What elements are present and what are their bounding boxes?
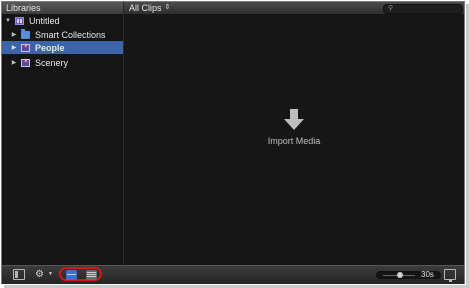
disclosure-closed-icon[interactable]: ▶ xyxy=(11,31,17,38)
disclosure-open-icon[interactable]: ▼ xyxy=(5,18,11,24)
sidebar-item-label: People xyxy=(35,42,65,53)
search-icon: ⚲ xyxy=(388,5,394,12)
bottom-toolbar: ⚙ ▼ 30s xyxy=(2,265,464,284)
libraries-sidebar: ▼ Untitled ▶ Smart Collections ▶ People … xyxy=(2,14,123,265)
disclosure-closed-icon[interactable]: ▶ xyxy=(11,44,17,51)
search-field[interactable]: ⚲ xyxy=(383,4,463,14)
event-icon xyxy=(21,57,30,67)
up-down-chevron-icon: ⇕ xyxy=(164,4,171,11)
libraries-header: Libraries xyxy=(2,2,123,14)
browser-pane: Import Media xyxy=(124,14,464,265)
clip-appearance-icon[interactable] xyxy=(444,269,456,282)
chevron-down-icon[interactable]: ▼ xyxy=(48,269,54,280)
import-arrow-icon[interactable] xyxy=(284,109,304,131)
sidebar-item-label: Scenery xyxy=(35,57,69,68)
zoom-duration-label: 30s xyxy=(421,270,434,279)
list-view-icon[interactable] xyxy=(86,270,97,280)
sidebar-toggle-icon[interactable] xyxy=(13,269,25,280)
filmstrip-view-icon[interactable] xyxy=(66,270,77,280)
library-icon xyxy=(15,16,24,25)
sidebar-item-label: Untitled xyxy=(29,15,60,26)
slider-thumb[interactable] xyxy=(397,272,403,278)
gear-icon[interactable]: ⚙ xyxy=(35,269,49,280)
event-icon xyxy=(21,42,30,52)
sidebar-item-smart-collections[interactable]: ▶ Smart Collections xyxy=(2,28,123,41)
import-media-label[interactable]: Import Media xyxy=(248,136,340,146)
browser-header: All Clips ⇕ ⚲ xyxy=(124,2,464,14)
folder-icon xyxy=(21,28,30,39)
sidebar-item-label: Smart Collections xyxy=(35,29,106,40)
sidebar-item-people[interactable]: ▶ People xyxy=(2,41,123,54)
sidebar-item-scenery[interactable]: ▶ Scenery xyxy=(2,56,123,69)
disclosure-closed-icon[interactable]: ▶ xyxy=(11,59,17,66)
libraries-title: Libraries xyxy=(6,3,41,13)
clip-filter-menu[interactable]: All Clips ⇕ xyxy=(129,2,170,14)
sidebar-item-untitled[interactable]: ▼ Untitled xyxy=(2,14,123,27)
clip-filter-label: All Clips xyxy=(129,3,162,13)
